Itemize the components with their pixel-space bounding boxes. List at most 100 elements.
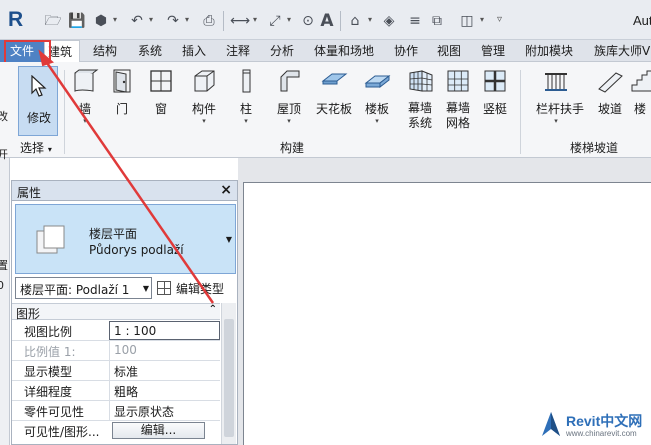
wall-tool[interactable]: 墙 ▾: [65, 67, 105, 125]
ceiling-icon: [321, 73, 348, 85]
floor-icon: [364, 74, 391, 89]
close-hidden-windows-icon[interactable]: ⧉: [428, 12, 446, 30]
door-tool[interactable]: 门: [102, 67, 142, 117]
leftbar-text: 开: [0, 148, 8, 161]
select-panel-label[interactable]: 选择 ▾: [20, 139, 52, 156]
tab-view[interactable]: 视图: [437, 40, 461, 62]
toolbar-separator: [340, 11, 341, 31]
undo-dropdown-icon[interactable]: ▾: [149, 15, 157, 25]
tab-family-library[interactable]: 族库大师V: [594, 40, 650, 62]
properties-header: 属性 ×: [12, 181, 237, 201]
tab-manage[interactable]: 管理: [481, 40, 505, 62]
properties-title: 属性: [17, 186, 42, 200]
roof-icon: [280, 70, 300, 92]
tab-structure[interactable]: 结构: [93, 40, 117, 62]
component-icon: [194, 70, 215, 92]
door-icon: [113, 69, 131, 93]
edit-type-button[interactable]: 编辑类型: [157, 277, 237, 299]
type-dropdown-icon[interactable]: ▼: [226, 235, 232, 244]
type-name-cz: Půdorys podlaží: [89, 243, 184, 257]
text-icon[interactable]: A: [318, 12, 336, 30]
stair-tool[interactable]: 楼: [628, 67, 651, 117]
revit-logo-button[interactable]: R: [8, 8, 30, 32]
stair-icon: [631, 70, 651, 92]
scrollbar-thumb[interactable]: [224, 319, 234, 437]
switch-windows-icon[interactable]: ◫: [458, 12, 476, 30]
mullion-label: 竖梃: [482, 102, 507, 116]
tab-massing-site[interactable]: 体量和场地: [314, 40, 374, 62]
curtain-system-label: 幕墙系统: [407, 101, 432, 130]
type-selector[interactable]: 楼层平面 Půdorys podlaží ▼: [15, 204, 236, 274]
instance-filter-select[interactable]: 楼层平面: Podlaží 1 ▼: [15, 277, 152, 299]
visibility-graphics-edit-button[interactable]: 编辑...: [112, 422, 205, 439]
tab-add-ins[interactable]: 附加模块: [525, 40, 573, 62]
section-icon[interactable]: ◈: [380, 12, 398, 30]
modify-button[interactable]: 修改: [18, 66, 58, 136]
column-tool[interactable]: 柱 ▾: [226, 67, 266, 125]
cursor-icon: [31, 75, 47, 97]
panel-separator: [520, 70, 521, 154]
tab-analyze[interactable]: 分析: [270, 40, 294, 62]
railing-tool[interactable]: 栏杆扶手 ▾: [536, 67, 584, 125]
property-value: 粗略: [114, 385, 139, 399]
model-icon[interactable]: ⬢: [92, 12, 110, 30]
collapse-icon[interactable]: ⌃: [209, 304, 217, 315]
curtain-grid-label: 幕墙网格: [445, 101, 470, 130]
switch-windows-dropdown-icon[interactable]: ▾: [480, 15, 488, 25]
3d-view-dropdown-icon[interactable]: ▾: [368, 15, 376, 25]
customize-toolbar-icon[interactable]: ▿: [497, 15, 505, 25]
roof-tool[interactable]: 屋顶 ▾: [269, 67, 309, 125]
close-icon[interactable]: ×: [220, 182, 232, 198]
floor-tool[interactable]: 楼板 ▾: [357, 67, 397, 125]
property-row[interactable]: 显示模型 标准: [12, 361, 220, 381]
modify-label: 修改: [26, 111, 51, 125]
chevron-down-icon: ▼: [142, 284, 149, 293]
revit-china-logo: [542, 412, 560, 436]
save-icon[interactable]: 💾: [68, 12, 86, 30]
stair-label: 楼: [634, 102, 647, 116]
default-3d-view-icon[interactable]: ⌂: [346, 12, 364, 30]
ramp-tool[interactable]: 坡道: [590, 67, 630, 117]
ramp-label: 坡道: [597, 102, 622, 116]
property-group-graphics[interactable]: 图形 ⌃: [12, 303, 220, 321]
measure-dropdown-icon[interactable]: ▾: [253, 15, 261, 25]
ceiling-label: 天花板: [315, 102, 352, 116]
property-key: 详细程度: [24, 385, 73, 399]
tab-insert[interactable]: 插入: [182, 40, 206, 62]
mullion-tool[interactable]: 竖梃: [475, 67, 515, 117]
tab-systems[interactable]: 系统: [138, 40, 162, 62]
column-label: 柱: [239, 102, 252, 116]
property-row[interactable]: 详细程度 粗略: [12, 381, 220, 401]
view-scale-field[interactable]: 1 : 100: [109, 321, 220, 340]
dimension-icon[interactable]: ⤢: [266, 12, 284, 30]
redo-dropdown-icon[interactable]: ▾: [185, 15, 193, 25]
open-icon[interactable]: 🗁: [44, 12, 62, 30]
thin-lines-icon[interactable]: ≡: [406, 12, 424, 30]
drawing-canvas[interactable]: [243, 182, 651, 445]
curtain-system-tool[interactable]: 幕墙系统: [400, 67, 440, 131]
property-row[interactable]: 零件可见性 显示原状态: [12, 401, 220, 421]
model-dropdown-icon[interactable]: ▾: [113, 15, 121, 25]
tag-icon[interactable]: ⊙: [299, 12, 317, 30]
window-label: 窗: [154, 102, 167, 116]
component-tool[interactable]: 构件 ▾: [184, 67, 224, 125]
dimension-dropdown-icon[interactable]: ▾: [287, 15, 295, 25]
watermark: Revit中文网 www.chinarevit.com: [540, 409, 650, 443]
curtain-grid-tool[interactable]: 幕墙网格: [438, 67, 478, 131]
properties-scrollbar[interactable]: [221, 303, 236, 444]
toolbar-separator: [223, 11, 224, 31]
watermark-url: www.chinarevit.com: [566, 429, 637, 438]
window-tool[interactable]: 窗: [141, 67, 181, 117]
property-row[interactable]: 视图比例 1 : 100: [12, 321, 220, 341]
redo-icon[interactable]: ↷: [164, 12, 182, 30]
floor-label: 楼板: [364, 102, 389, 116]
tab-annotate[interactable]: 注释: [226, 40, 250, 62]
print-icon[interactable]: ⎙: [200, 12, 218, 30]
component-label: 构件: [191, 102, 216, 116]
undo-icon[interactable]: ↶: [128, 12, 146, 30]
edit-type-label: 编辑类型: [176, 282, 225, 296]
tab-collaborate[interactable]: 协作: [394, 40, 418, 62]
ceiling-tool[interactable]: 天花板: [314, 67, 354, 117]
measure-icon[interactable]: ⟷: [230, 12, 250, 30]
wall-label: 墙: [78, 102, 91, 116]
